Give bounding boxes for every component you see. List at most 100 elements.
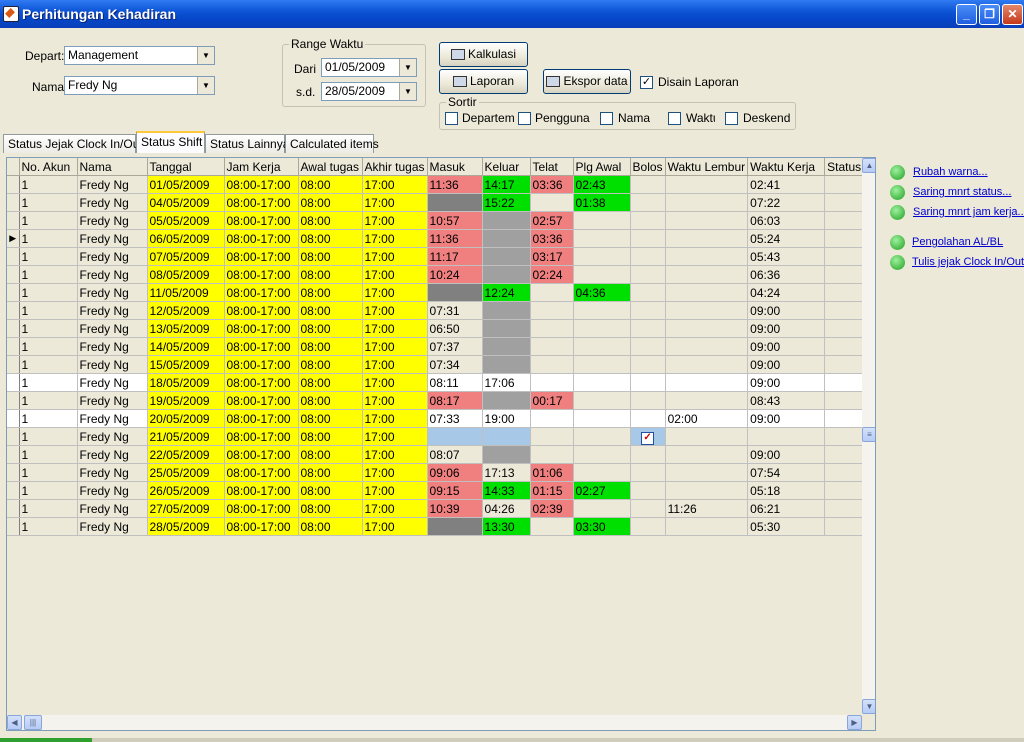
cell-tanggal[interactable]: 11/05/2009 bbox=[147, 283, 225, 302]
cell-keluar[interactable] bbox=[482, 247, 531, 266]
cell-tanggal[interactable]: 08/05/2009 bbox=[147, 265, 225, 284]
cell-bolos[interactable] bbox=[630, 283, 666, 302]
cell-status[interactable] bbox=[824, 391, 868, 410]
cell-tanggal[interactable]: 05/05/2009 bbox=[147, 211, 225, 230]
cell-akhir[interactable]: 17:00 bbox=[362, 337, 428, 356]
cell-keluar[interactable] bbox=[482, 265, 531, 284]
cell-telat[interactable]: 02:24 bbox=[530, 265, 574, 284]
horizontal-scrollbar[interactable]: ◀ ||| ▶ bbox=[7, 715, 862, 730]
cell-telat[interactable] bbox=[530, 517, 574, 536]
cell-awal[interactable]: 08:00 bbox=[298, 283, 363, 302]
cell-jam[interactable]: 08:00-17:00 bbox=[224, 481, 299, 500]
cell-nama[interactable]: Fredy Ng bbox=[77, 193, 148, 212]
cell-keluar[interactable] bbox=[482, 427, 531, 446]
cell-jam[interactable]: 08:00-17:00 bbox=[224, 427, 299, 446]
cell-akhir[interactable]: 17:00 bbox=[362, 211, 428, 230]
cell-bolos[interactable] bbox=[630, 499, 666, 518]
cell-jam[interactable]: 08:00-17:00 bbox=[224, 445, 299, 464]
column-header[interactable]: Awal tugas bbox=[298, 158, 363, 176]
row-indicator[interactable] bbox=[7, 211, 20, 230]
cell-lembur[interactable] bbox=[665, 427, 749, 446]
chevron-down-icon[interactable]: ▼ bbox=[399, 59, 416, 76]
cell-lembur[interactable] bbox=[665, 337, 749, 356]
scroll-right-icon[interactable]: ▶ bbox=[847, 715, 862, 730]
cell-akun[interactable]: 1 bbox=[19, 247, 78, 266]
cell-awal[interactable]: 08:00 bbox=[298, 463, 363, 482]
cell-bolos[interactable] bbox=[630, 391, 666, 410]
cell-telat[interactable] bbox=[530, 427, 574, 446]
cell-keluar[interactable] bbox=[482, 445, 531, 464]
column-header[interactable]: Tanggal bbox=[147, 158, 225, 176]
cell-plg[interactable] bbox=[573, 337, 631, 356]
cell-masuk[interactable] bbox=[427, 193, 483, 212]
cell-masuk[interactable]: 09:15 bbox=[427, 481, 483, 500]
column-header[interactable]: Waktu Lembur bbox=[665, 158, 749, 176]
cell-keluar[interactable]: 13:30 bbox=[482, 517, 531, 536]
cell-plg[interactable] bbox=[573, 211, 631, 230]
table-row[interactable]: 1 Fredy Ng 22/05/2009 08:00-17:00 08:00 17:00… bbox=[7, 445, 868, 464]
cell-status[interactable] bbox=[824, 247, 868, 266]
cell-akhir[interactable]: 17:00 bbox=[362, 391, 428, 410]
cell-akhir[interactable]: 17:00 bbox=[362, 499, 428, 518]
cell-awal[interactable]: 08:00 bbox=[298, 265, 363, 284]
cell-keluar[interactable] bbox=[482, 211, 531, 230]
cell-lembur[interactable] bbox=[665, 355, 749, 374]
minimize-button[interactable]: _ bbox=[956, 4, 977, 25]
table-row[interactable]: 1 Fredy Ng 01/05/2009 08:00-17:00 08:00 17:00… bbox=[7, 175, 868, 194]
cell-kerja[interactable]: 02:41 bbox=[747, 175, 826, 194]
cell-keluar[interactable]: 17:06 bbox=[482, 373, 531, 392]
cell-nama[interactable]: Fredy Ng bbox=[77, 481, 148, 500]
row-indicator[interactable] bbox=[7, 391, 20, 410]
column-header[interactable]: Nama bbox=[77, 158, 148, 176]
cell-awal[interactable]: 08:00 bbox=[298, 355, 363, 374]
cell-bolos[interactable] bbox=[630, 265, 666, 284]
cell-akun[interactable]: 1 bbox=[19, 301, 78, 320]
cell-kerja[interactable]: 08:43 bbox=[747, 391, 826, 410]
cell-kerja[interactable]: 09:00 bbox=[747, 337, 826, 356]
cell-plg[interactable] bbox=[573, 427, 631, 446]
cell-bolos[interactable] bbox=[630, 337, 666, 356]
row-indicator[interactable] bbox=[7, 265, 20, 284]
cell-nama[interactable]: Fredy Ng bbox=[77, 283, 148, 302]
link-label[interactable]: Saring mnrt status... bbox=[913, 186, 1011, 198]
table-row[interactable]: 1 Fredy Ng 12/05/2009 08:00-17:00 08:00 17:00… bbox=[7, 301, 868, 320]
cell-bolos[interactable] bbox=[630, 373, 666, 392]
cell-bolos[interactable] bbox=[630, 247, 666, 266]
cell-jam[interactable]: 08:00-17:00 bbox=[224, 337, 299, 356]
cell-lembur[interactable] bbox=[665, 373, 749, 392]
cell-keluar[interactable]: 15:22 bbox=[482, 193, 531, 212]
cell-jam[interactable]: 08:00-17:00 bbox=[224, 409, 299, 428]
cell-jam[interactable]: 08:00-17:00 bbox=[224, 211, 299, 230]
cell-keluar[interactable] bbox=[482, 319, 531, 338]
disain-laporan-checkbox[interactable]: ✓ bbox=[640, 76, 653, 89]
cell-jam[interactable]: 08:00-17:00 bbox=[224, 517, 299, 536]
cell-tanggal[interactable]: 07/05/2009 bbox=[147, 247, 225, 266]
cell-bolos[interactable] bbox=[630, 463, 666, 482]
cell-tanggal[interactable]: 26/05/2009 bbox=[147, 481, 225, 500]
cell-masuk[interactable]: 11:36 bbox=[427, 229, 483, 248]
cell-telat[interactable] bbox=[530, 445, 574, 464]
cell-masuk[interactable]: 10:39 bbox=[427, 499, 483, 518]
cell-jam[interactable]: 08:00-17:00 bbox=[224, 283, 299, 302]
cell-telat[interactable] bbox=[530, 373, 574, 392]
cell-telat[interactable] bbox=[530, 409, 574, 428]
cell-nama[interactable]: Fredy Ng bbox=[77, 319, 148, 338]
cell-status[interactable] bbox=[824, 229, 868, 248]
cell-plg[interactable] bbox=[573, 319, 631, 338]
table-row[interactable]: 1 Fredy Ng 11/05/2009 08:00-17:00 08:00 17:00… bbox=[7, 283, 868, 302]
cell-awal[interactable]: 08:00 bbox=[298, 427, 363, 446]
cell-telat[interactable] bbox=[530, 337, 574, 356]
cell-nama[interactable]: Fredy Ng bbox=[77, 499, 148, 518]
cell-kerja[interactable]: 04:24 bbox=[747, 283, 826, 302]
row-indicator[interactable] bbox=[7, 445, 20, 464]
cell-keluar[interactable]: 19:00 bbox=[482, 409, 531, 428]
table-row[interactable]: 1 Fredy Ng 08/05/2009 08:00-17:00 08:00 17:00… bbox=[7, 265, 868, 284]
cell-plg[interactable] bbox=[573, 265, 631, 284]
kalkulasi-button[interactable]: Kalkulasi bbox=[439, 42, 528, 67]
cell-plg[interactable]: 04:36 bbox=[573, 283, 631, 302]
cell-lembur[interactable] bbox=[665, 247, 749, 266]
cell-keluar[interactable] bbox=[482, 355, 531, 374]
cell-plg[interactable] bbox=[573, 247, 631, 266]
scroll-down-icon[interactable]: ▼ bbox=[862, 699, 875, 714]
bolos-checkbox[interactable]: ✓ bbox=[641, 431, 655, 445]
